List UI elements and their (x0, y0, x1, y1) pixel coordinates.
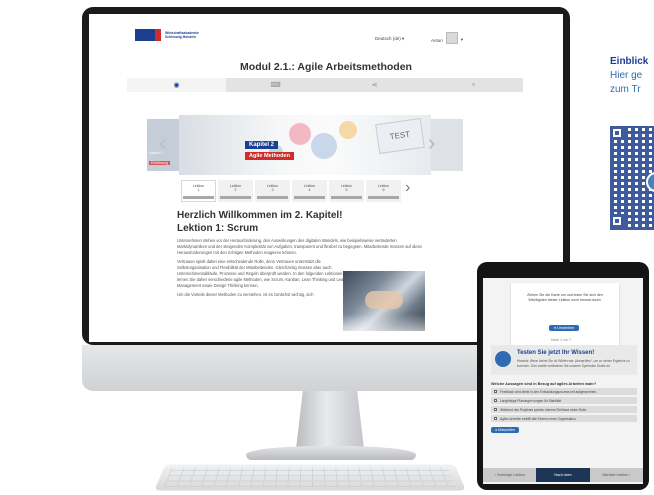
flip-card-button[interactable]: ● Umdrehen (549, 325, 579, 331)
tab-achievements[interactable]: ♆ (424, 78, 523, 92)
qr-finder-icon (610, 214, 624, 228)
checkbox[interactable] (494, 417, 497, 420)
slider-next-button[interactable]: › (428, 130, 435, 156)
tab-overview[interactable]: ◉ (127, 78, 226, 92)
checkbox[interactable] (494, 399, 497, 402)
checkbox[interactable] (494, 390, 497, 393)
qr-finder-icon (610, 126, 624, 140)
user-menu[interactable]: Antun ▾ (431, 32, 464, 44)
module-title: Modul 2.1.: Agile Arbeitsmethoden (240, 61, 412, 73)
quiz-option-label: Agiles Arbeiten betrifft alle Ebenen ein… (500, 416, 577, 421)
qr-pattern (610, 126, 654, 230)
quiz-option-label: Langfristige Planungen sorgen für Stabil… (500, 398, 562, 403)
slide-previous-badge: Einführung (149, 161, 170, 165)
lesson-progress-bar (368, 196, 399, 199)
article-paragraph: Unternehmen stehen vor der Herausforderu… (177, 238, 422, 255)
lesson-tab[interactable]: Lektion 1 (181, 180, 216, 202)
slide-previous[interactable]: Kapitel 1 Einführung (147, 119, 179, 171)
lesson-tab-number: 4 (308, 188, 311, 192)
ihk-logo-icon (135, 29, 161, 41)
lesson-tab[interactable]: Lektion 4 (292, 180, 327, 202)
flashcard-text: Ziehen Sie die Karte um und lesen Sie si… (527, 293, 603, 302)
slide-current[interactable]: Kapitel 2 Agile Methoden TEST (179, 115, 431, 175)
article-paragraph: Vertrauen spielt dabei eine entscheidend… (177, 259, 346, 288)
lesson-progress-bar (331, 196, 362, 199)
info-line: Hier ge (610, 70, 643, 81)
lesson-tab-number: 1 (197, 188, 200, 192)
tab-exercises[interactable]: ⌨ (226, 78, 325, 92)
quiz-icon (495, 351, 511, 367)
check-answers-button[interactable]: ● Überprüfen (491, 427, 519, 433)
quiz-option-label: Feedback wird direkt in den Entwicklungs… (500, 389, 597, 394)
keyboard-keys (163, 467, 457, 487)
quiz-option[interactable]: Feedback wird direkt in den Entwicklungs… (491, 388, 637, 395)
qr-center-logo-icon (646, 172, 654, 192)
decor-idea-icon (339, 121, 357, 139)
lesson-tab-number: 6 (382, 188, 385, 192)
lesson-tab[interactable]: Lektion 2 (218, 180, 253, 202)
welcome-heading: Herzlich Willkommen im 2. Kapitel! (177, 210, 343, 221)
quiz-intro: Testen Sie jetzt Ihr Wissen! Hinweis: We… (491, 345, 637, 375)
info-line: zum Tr (610, 84, 641, 95)
article-paragraph: Um die Vorteile dieser Methoden zu verst… (177, 292, 314, 297)
info-title: Einblick (610, 56, 649, 67)
quiz-question: Welche Aussagen sind in Bezug auf agiles… (491, 382, 597, 386)
marketing-mockup: Wirtschaftsakademie Schleswig-Holstein D… (0, 0, 654, 495)
lesson-tab-number: 5 (345, 188, 348, 192)
quiz-title: Testen Sie jetzt Ihr Wissen! (517, 350, 595, 356)
previous-lesson-button[interactable]: ‹ Vorherige Lektion (483, 468, 536, 482)
quiz-option[interactable]: Während des Projektes spielen externe Ei… (491, 406, 637, 413)
lesson-progress-bar (220, 196, 251, 199)
logo[interactable]: Wirtschaftsakademie Schleswig-Holstein (135, 29, 199, 41)
tab-share[interactable]: ⋖ (325, 78, 424, 92)
site-header: Wirtschaftsakademie Schleswig-Holstein D… (89, 14, 563, 50)
handshake-image (365, 291, 403, 309)
quiz-option[interactable]: Agiles Arbeiten betrifft alle Ebenen ein… (491, 415, 637, 422)
eye-icon: ◉ (173, 82, 180, 89)
quiz-options: Feedback wird direkt in den Entwicklungs… (491, 388, 637, 424)
checkbox[interactable] (494, 408, 497, 411)
quiz-hint: Hinweis: Wenn kleine Sie ob Wörter wie „… (517, 359, 630, 368)
qr-code[interactable] (610, 126, 654, 236)
chapter-slider: Kapitel 1 Einführung Kapitel 2 Agile Met… (147, 115, 463, 175)
chapter-badge: Kapitel 2 (245, 141, 279, 149)
decor-target-icon (311, 133, 337, 159)
lesson-heading: Lektion 1: Scrum (177, 223, 259, 234)
lesson-progress-bar (294, 196, 325, 199)
lessons-next-button[interactable]: › (405, 179, 410, 197)
test-card: TEST (375, 117, 425, 155)
lesson-progress-bar (183, 196, 214, 199)
slide-next[interactable] (431, 119, 463, 171)
chapter-subtitle: Agile Methoden (245, 152, 294, 160)
lesson-tab-number: 3 (271, 188, 274, 192)
decor-gear-icon (289, 123, 311, 145)
lesson-tab[interactable]: Lektion 6 (366, 180, 401, 202)
quiz-option[interactable]: Langfristige Planungen sorgen für Stabil… (491, 397, 637, 404)
user-name: Antun (431, 37, 443, 43)
tab-bar: ◉ ⌨ ⋖ ♆ (127, 78, 523, 92)
card-pager: Karte 1 von 7 (551, 338, 572, 342)
keyboard-icon: ⌨ (270, 82, 281, 89)
lesson-progress-bar (257, 196, 288, 199)
next-lesson-button[interactable]: Nächste Lektion › (590, 468, 643, 482)
trophy-icon: ♆ (470, 81, 477, 89)
logo-text-line2: Schleswig-Holstein (165, 35, 197, 39)
slide-previous-title: Kapitel 1 (149, 151, 163, 155)
quiz-option-label: Während des Projektes spielen externe Ei… (500, 407, 587, 412)
lesson-tab[interactable]: Lektion 5 (329, 180, 364, 202)
lesson-tab[interactable]: Lektion 3 (255, 180, 290, 202)
monitor-stand-base (246, 446, 416, 460)
back-to-top-button[interactable]: Nach oben (536, 468, 590, 482)
lesson-nav: Lektion 1 Lektion 2 Lektion 3 Lektion 4 Lekt… (181, 180, 401, 202)
monitor-stand (296, 391, 364, 449)
keyboard (154, 464, 466, 491)
tablet-footer-nav: ‹ Vorherige Lektion Nach oben Nächste Le… (483, 468, 643, 482)
share-icon: ⋖ (371, 82, 378, 89)
lesson-tab-number: 2 (234, 188, 237, 192)
chevron-down-icon: ▾ (460, 37, 464, 42)
logo-text: Wirtschaftsakademie Schleswig-Holstein (165, 31, 199, 39)
tablet-screen: Ziehen Sie die Karte um und lesen Sie si… (483, 278, 643, 484)
avatar (445, 32, 458, 44)
language-menu[interactable]: Deutsch (de) ▾ (375, 36, 404, 42)
